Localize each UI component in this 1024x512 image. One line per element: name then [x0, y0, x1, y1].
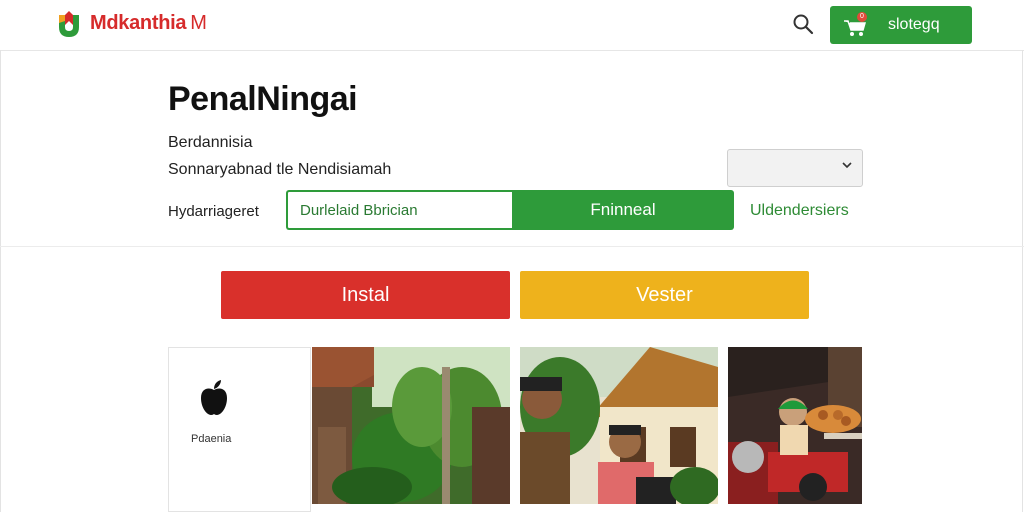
secondary-link[interactable]: Uldendersiers: [750, 202, 849, 220]
top-header: Mdkanthia M 0 slotegq: [0, 0, 1024, 51]
subtitle-secondary: Sonnaryabnad tle Nendisiamah: [168, 161, 392, 178]
text-input[interactable]: [286, 190, 512, 230]
dropdown-select[interactable]: [727, 149, 863, 187]
motorbike-market-photo[interactable]: [728, 347, 862, 504]
brand-name[interactable]: Mdkanthia M: [90, 12, 207, 35]
apple-card-label: Pdaenia: [191, 433, 232, 445]
apple-card[interactable]: Pdaenia: [168, 347, 311, 512]
vester-button[interactable]: Vester: [520, 271, 809, 319]
brand-name-text: Mdkanthia: [90, 12, 187, 34]
install-button[interactable]: Instal: [221, 271, 510, 319]
search-icon[interactable]: [792, 13, 814, 35]
garden-house-image: [312, 347, 510, 504]
right-border: [1022, 50, 1023, 512]
villagers-image: [520, 347, 718, 504]
cart-button-label: slotegq: [888, 16, 940, 33]
section-divider: [0, 246, 1024, 247]
page-title: PenalNingai: [168, 80, 358, 118]
subtitle-primary: Berdannisia: [168, 134, 253, 151]
villagers-photo[interactable]: [520, 347, 718, 504]
apple-icon: [201, 380, 227, 415]
cart-button[interactable]: 0 slotegq: [830, 6, 972, 44]
garden-house-photo[interactable]: [312, 347, 510, 504]
submit-button[interactable]: Fninneal: [512, 190, 734, 230]
field-label: Hydarriageret: [168, 203, 259, 220]
motorbike-market-image: [728, 347, 862, 504]
left-border: [0, 50, 1, 512]
brand-logo-icon[interactable]: [56, 9, 82, 39]
cart-count-badge: 0: [857, 12, 867, 22]
chevron-down-icon: [842, 162, 852, 169]
brand-suffix: M: [190, 12, 207, 34]
